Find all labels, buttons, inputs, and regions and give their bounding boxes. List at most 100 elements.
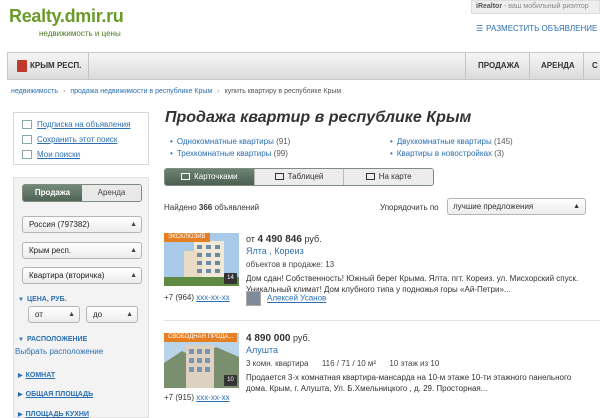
listing-photo[interactable]: СВОБОДНАЯ ПРОДА... 10 <box>164 333 239 388</box>
listing-price: 4 890 000 руб. <box>246 333 310 344</box>
total-area-section-label: ОБЩАЯ ПЛОЩАДЬ <box>25 391 94 398</box>
show-phone-link[interactable]: ххх-хх-хх <box>196 293 229 302</box>
region-value: Крым респ. <box>29 246 72 255</box>
avatar <box>246 291 261 306</box>
nav-item-more[interactable]: С <box>592 61 598 70</box>
nav-item-sale[interactable]: ПРОДАЖА <box>478 61 520 70</box>
results-prefix: Найдено <box>164 203 199 212</box>
rooms-section-toggle[interactable]: ▶ КОМНАТ <box>18 372 55 379</box>
irealtor-text: - ваш мобильный риэлтор <box>502 3 589 10</box>
category-count: (145) <box>494 137 513 146</box>
place-ad-link[interactable]: ☰ РАЗМЕСТИТЬ ОБЪЯВЛЕНИЕ <box>476 24 597 33</box>
category-count: (3) <box>494 149 505 158</box>
save-search-link[interactable]: Сохранить этот поиск <box>22 132 140 147</box>
my-searches-label: Мои поиски <box>37 150 81 159</box>
price-section-toggle[interactable]: ▼ ЦЕНА, РУБ. <box>18 296 67 303</box>
updown-arrow-icon: ▲︎ <box>126 311 133 318</box>
deal-type-tabs: Продажа Аренда <box>22 184 142 202</box>
saved-search-panel: Подписка на объявления Сохранить этот по… <box>13 112 149 165</box>
agent-name: Алексей Усанов <box>267 293 327 303</box>
category-label: Однокомнатные квартиры <box>176 137 274 146</box>
category-link[interactable]: • Квартиры в новостройках (3) <box>390 149 504 158</box>
tab-table[interactable]: Таблицей <box>253 169 344 185</box>
country-value: Россия (797382) <box>29 220 90 229</box>
view-mode-tabs: Карточками Таблицей На карте <box>164 168 434 186</box>
table-icon <box>274 173 284 180</box>
listing-meta: объектов в продаже: 13 <box>246 260 335 269</box>
subscribe-link[interactable]: Подписка на объявления <box>22 117 140 132</box>
price-from-select[interactable]: от ▲︎ <box>28 306 80 323</box>
region-selector[interactable]: КРЫМ РЕСП. <box>17 60 81 72</box>
phone-prefix: +7 (964) <box>164 293 197 302</box>
bullet-icon: • <box>170 137 173 146</box>
kitchen-area-section-label: ПЛОЩАДЬ КУХНИ <box>25 411 89 418</box>
save-icon <box>22 135 32 144</box>
updown-arrow-icon: ▲︎ <box>130 247 137 254</box>
save-search-label: Сохранить этот поиск <box>37 135 118 144</box>
nav-divider <box>529 53 530 79</box>
category-label: Двухкомнатные квартиры <box>396 137 492 146</box>
nav-divider <box>583 53 584 79</box>
price-from-value: от <box>35 310 43 319</box>
country-select[interactable]: Россия (797382) ▲︎ <box>22 216 142 233</box>
choose-location-link[interactable]: Выбрать расположение <box>15 347 103 356</box>
agent-link[interactable]: Алексей Усанов <box>246 291 326 306</box>
my-searches-link[interactable]: Мои поиски <box>22 147 140 162</box>
irealtor-promo[interactable]: iRealtor - ваш мобильный риэлтор <box>471 0 600 14</box>
location-section-toggle[interactable]: ▼ РАСПОЛОЖЕНИЕ <box>18 336 87 343</box>
price-value: 4 490 846 <box>257 234 302 245</box>
category-link[interactable]: • Трехкомнатные квартиры (99) <box>170 149 288 158</box>
triangle-down-icon: ▼ <box>18 337 24 343</box>
updown-arrow-icon: ▲︎ <box>130 272 137 279</box>
property-type-select[interactable]: Квартира (вторичка) ▲︎ <box>22 267 142 284</box>
show-phone-link[interactable]: ххх-хх-хх <box>196 393 229 402</box>
listing-description[interactable]: Продается 3-х комнатная квартира-мансард… <box>246 372 586 394</box>
listing-badge: СВОБОДНАЯ ПРОДА... <box>164 333 238 342</box>
breadcrumb-item[interactable]: недвижимость <box>11 88 58 95</box>
listing-photo[interactable]: ЭКСКЛЮЗИВ 14 <box>164 233 239 286</box>
listing-location[interactable]: Алушта <box>246 345 278 355</box>
bullet-icon: • <box>390 149 393 158</box>
listing-location[interactable]: Ялта , Кореиз <box>246 246 304 256</box>
region-select[interactable]: Крым респ. ▲︎ <box>22 242 142 259</box>
site-tagline: недвижимость и цены <box>39 29 121 38</box>
price-to-value: до <box>93 310 103 319</box>
tab-map[interactable]: На карте <box>343 169 433 185</box>
site-logo[interactable]: Realty.dmir.ru <box>9 6 124 27</box>
nav-divider <box>465 53 466 79</box>
nav-item-rent[interactable]: АРЕНДА <box>541 61 575 70</box>
sort-value: лучшие предложения <box>453 202 534 211</box>
search-filters: Продажа Аренда Россия (797382) ▲︎ Крым ре… <box>13 177 149 418</box>
listing-card: ЭКСКЛЮЗИВ 14 от 4 490 846 руб. Ялта , Ко… <box>164 233 600 313</box>
folder-icon <box>22 150 32 159</box>
mail-icon <box>22 120 32 129</box>
tab-rent[interactable]: Аренда <box>82 185 141 201</box>
listing-badge: ЭКСКЛЮЗИВ <box>164 233 210 242</box>
tab-cards[interactable]: Карточками <box>165 169 254 185</box>
category-link[interactable]: • Однокомнатные квартиры (91) <box>170 137 290 146</box>
breadcrumb-item[interactable]: продажа недвижимости в республике Крым <box>70 88 212 95</box>
sort-select[interactable]: лучшие предложения ▲︎ <box>447 198 586 215</box>
region-label: КРЫМ РЕСП. <box>30 61 82 71</box>
bullet-icon: • <box>390 137 393 146</box>
listing-meta: 3 комн. квартира 116 / 71 / 10 м² 10 эта… <box>246 359 440 368</box>
price-section-label: ЦЕНА, РУБ. <box>26 296 67 303</box>
irealtor-name: iRealtor <box>476 3 503 10</box>
place-ad-label: РАЗМЕСТИТЬ ОБЪЯВЛЕНИЕ <box>486 24 598 33</box>
main-nav: КРЫМ РЕСП. ПРОДАЖА АРЕНДА С <box>7 52 600 80</box>
category-link[interactable]: • Двухкомнатные квартиры (145) <box>390 137 513 146</box>
kitchen-area-section-toggle[interactable]: ▶ ПЛОЩАДЬ КУХНИ <box>18 411 89 418</box>
listing-price: от 4 490 846 руб. <box>246 234 322 245</box>
tab-sale[interactable]: Продажа <box>23 185 82 201</box>
triangle-right-icon: ▶ <box>18 412 23 418</box>
total-area-section-toggle[interactable]: ▶ ОБЩАЯ ПЛОЩАДЬ <box>18 391 93 398</box>
property-type-value: Квартира (вторичка) <box>29 271 105 280</box>
grid-icon <box>181 173 191 180</box>
subscribe-label: Подписка на объявления <box>37 120 131 129</box>
listing-card: СВОБОДНАЯ ПРОДА... 10 4 890 000 руб. Алу… <box>164 333 600 418</box>
results-count: Найдено 366 объявлений <box>164 203 259 212</box>
updown-arrow-icon: ▲︎ <box>130 221 137 228</box>
price-to-select[interactable]: до ▲︎ <box>86 306 138 323</box>
photo-count: 14 <box>224 273 237 284</box>
chevron-right-icon: › <box>62 88 66 95</box>
